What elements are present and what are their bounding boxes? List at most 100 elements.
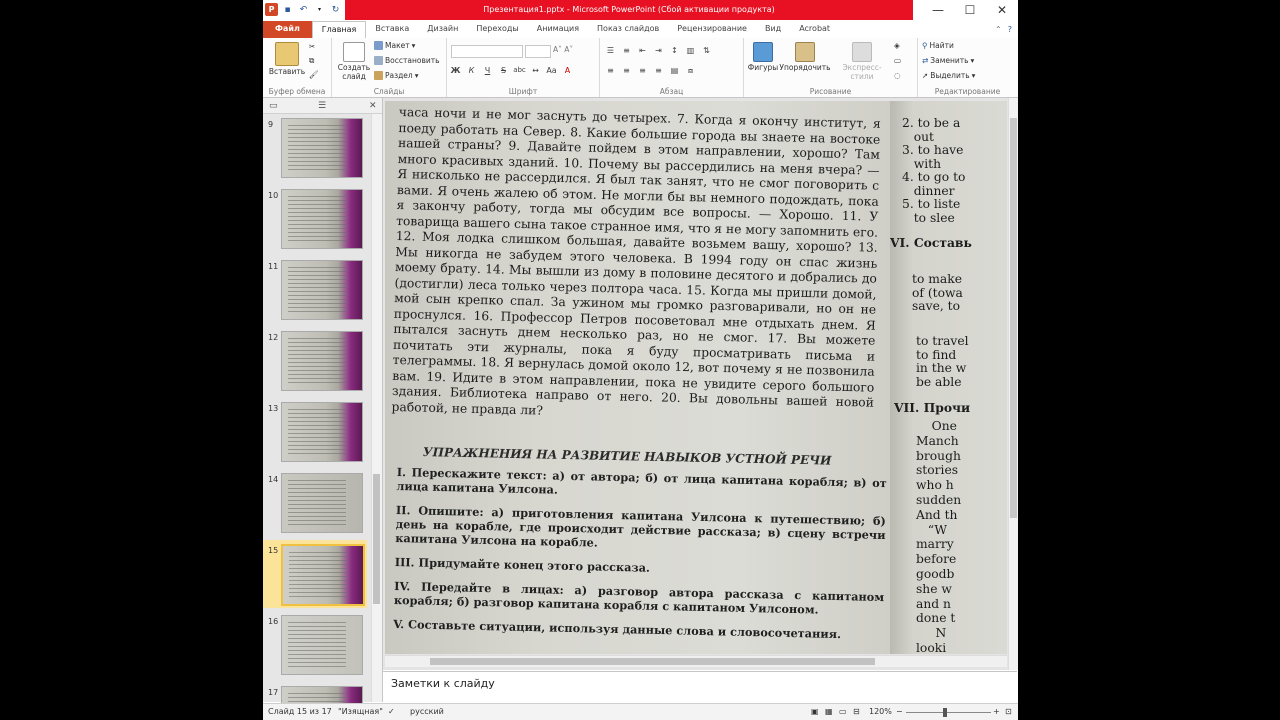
- tab-view[interactable]: Вид: [756, 21, 790, 38]
- slide-canvas[interactable]: часа ночи и не мог заснуть до четырех. 7…: [385, 101, 1007, 654]
- minimize-button[interactable]: —: [922, 0, 954, 20]
- char-spacing-icon[interactable]: ↔: [529, 66, 542, 75]
- chevron-down-icon[interactable]: ▾: [313, 3, 326, 16]
- align-left-icon[interactable]: ≡: [604, 66, 617, 76]
- redo-icon[interactable]: ↻: [329, 3, 342, 16]
- tab-acrobat[interactable]: Acrobat: [790, 21, 839, 38]
- slide-preview: [281, 189, 363, 249]
- save-icon[interactable]: ▪: [281, 3, 294, 16]
- smartart-icon[interactable]: ⧈: [684, 66, 697, 76]
- align-center-icon[interactable]: ≡: [620, 66, 633, 76]
- tab-design[interactable]: Дизайн: [418, 21, 467, 38]
- cut-icon[interactable]: ✂: [309, 42, 315, 51]
- slide-thumbnail-selected[interactable]: 15: [263, 540, 367, 608]
- horizontal-scrollbar[interactable]: [385, 655, 1007, 667]
- reading-view-icon[interactable]: ▭: [839, 707, 847, 716]
- tab-home[interactable]: Главная: [311, 21, 367, 39]
- select-button[interactable]: ➚ Выделить ▾: [922, 71, 975, 80]
- strikethrough-button[interactable]: S: [497, 66, 510, 75]
- shape-effects-icon[interactable]: ◌: [894, 71, 901, 80]
- slide-thumbnail[interactable]: 11: [263, 256, 367, 324]
- change-case-icon[interactable]: Aa: [545, 66, 558, 75]
- maximize-button[interactable]: ☐: [954, 0, 986, 20]
- line-spacing-icon[interactable]: ↕: [668, 46, 681, 55]
- layout-button[interactable]: Макет ▾: [374, 41, 415, 50]
- zoom-slider[interactable]: [906, 708, 991, 717]
- reset-button[interactable]: Восстановить: [374, 56, 440, 65]
- undo-icon[interactable]: ↶: [297, 3, 310, 16]
- font-size-combo[interactable]: [525, 45, 551, 58]
- scrollbar-thumb[interactable]: [373, 474, 380, 604]
- slide-thumbnail[interactable]: 16: [263, 611, 367, 679]
- new-slide-button[interactable]: Создать слайд: [336, 42, 372, 81]
- text-direction-icon[interactable]: ⇅: [700, 46, 713, 55]
- slides-tab-icon[interactable]: ▭: [269, 101, 278, 111]
- find-button[interactable]: ⚲ Найти: [922, 41, 954, 50]
- arrange-button[interactable]: Упорядочить: [778, 42, 832, 72]
- slide-preview: [281, 331, 363, 391]
- tab-file[interactable]: Файл: [263, 21, 312, 38]
- align-text-icon[interactable]: ▤: [668, 66, 681, 76]
- zoom-slider-knob[interactable]: [943, 708, 947, 717]
- scrollbar-thumb[interactable]: [1010, 118, 1017, 518]
- tab-transitions[interactable]: Переходы: [467, 21, 527, 38]
- font-name-combo[interactable]: [451, 45, 523, 58]
- slideshow-icon[interactable]: ⊟: [853, 707, 860, 716]
- italic-button[interactable]: К: [465, 66, 478, 75]
- bullets-icon[interactable]: ☰: [604, 46, 617, 55]
- zoom-in-button[interactable]: +: [993, 707, 1000, 716]
- columns-icon[interactable]: ▥: [684, 46, 697, 55]
- powerpoint-app-icon[interactable]: P: [265, 3, 278, 16]
- paste-button[interactable]: Вставить: [267, 42, 307, 76]
- outline-tab-icon[interactable]: ☰: [318, 101, 326, 111]
- slide-thumbnail[interactable]: 13: [263, 398, 367, 466]
- notes-pane[interactable]: Заметки к слайду: [383, 671, 1017, 704]
- title-bar: P ▪ ↶ ▾ ↻ ▾ Презентация1.pptx - Microsof…: [263, 0, 1018, 21]
- tab-slideshow[interactable]: Показ слайдов: [588, 21, 668, 38]
- replace-button[interactable]: ⇄ Заменить ▾: [922, 56, 974, 65]
- zoom-level[interactable]: 120%: [869, 707, 892, 716]
- close-panel-icon[interactable]: ✕: [369, 101, 377, 111]
- normal-view-icon[interactable]: ▣: [811, 707, 819, 716]
- shadow-button[interactable]: abc: [513, 66, 526, 75]
- language-indicator[interactable]: русский: [410, 707, 444, 716]
- section-button[interactable]: Раздел ▾: [374, 71, 418, 80]
- copy-icon[interactable]: ⧉: [309, 56, 314, 66]
- slide-thumbnail[interactable]: 9: [263, 114, 367, 182]
- spellcheck-icon[interactable]: ✓: [388, 707, 395, 716]
- increase-indent-icon[interactable]: ⇥: [652, 46, 665, 55]
- underline-button[interactable]: Ч: [481, 66, 494, 75]
- zoom-out-button[interactable]: −: [896, 707, 903, 716]
- close-button[interactable]: ✕: [986, 0, 1018, 20]
- shape-outline-icon[interactable]: ▭: [894, 56, 901, 65]
- help-icon[interactable]: ?: [1008, 25, 1012, 34]
- exercise-item: IV. Передайте в лицах: а) разговор автор…: [393, 578, 885, 617]
- tab-review[interactable]: Рецензирование: [668, 21, 756, 38]
- slide-thumbnail[interactable]: 12: [263, 327, 367, 395]
- align-right-icon[interactable]: ≡: [636, 66, 649, 76]
- justify-icon[interactable]: ≡: [652, 66, 665, 76]
- vertical-scrollbar[interactable]: [1008, 98, 1018, 670]
- bold-button[interactable]: Ж: [449, 66, 462, 75]
- numbering-icon[interactable]: ≡: [620, 46, 633, 55]
- font-color-icon[interactable]: A: [561, 66, 574, 75]
- slide-thumbnail[interactable]: 14: [263, 469, 367, 537]
- quick-styles-button[interactable]: Экспресс-стили: [832, 42, 892, 81]
- font-grow-icon[interactable]: A˄ A˅: [553, 45, 573, 54]
- fit-slide-icon[interactable]: ⊡: [1005, 707, 1012, 716]
- slide-preview: [281, 473, 363, 533]
- shapes-button[interactable]: Фигуры: [746, 42, 780, 72]
- shape-fill-icon[interactable]: ◈: [894, 41, 900, 50]
- slides-panel-scrollbar[interactable]: [371, 114, 382, 702]
- format-painter-icon[interactable]: 🖌: [309, 70, 319, 79]
- tab-insert[interactable]: Вставка: [366, 21, 418, 38]
- slide-thumbnail[interactable]: 10: [263, 185, 367, 253]
- slide-sorter-icon[interactable]: ▦: [825, 707, 833, 716]
- minimize-ribbon-icon[interactable]: ⌃: [995, 25, 1002, 34]
- tab-animation[interactable]: Анимация: [528, 21, 588, 38]
- exercise-list: I. Перескажите текст: а) от автора; б) о…: [393, 465, 887, 652]
- notes-placeholder: Заметки к слайду: [391, 677, 495, 690]
- decrease-indent-icon[interactable]: ⇤: [636, 46, 649, 55]
- right-heading-vii: VII. Прочи: [894, 400, 971, 415]
- scrollbar-thumb[interactable]: [430, 658, 875, 665]
